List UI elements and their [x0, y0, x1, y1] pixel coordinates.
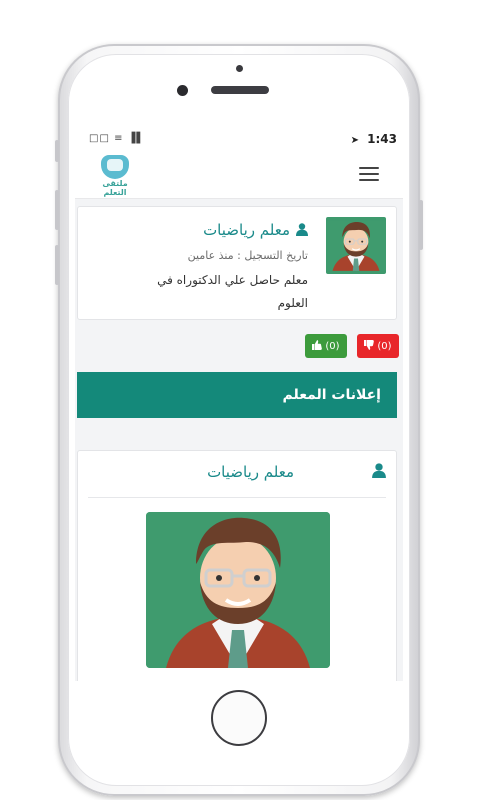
like-count: (0): [325, 340, 340, 352]
registration-date: تاريخ التسجيل : منذ عامين: [187, 249, 308, 262]
phone-side-button-volume-up: [55, 190, 59, 230]
ad-image[interactable]: [146, 512, 330, 668]
logo-text: ملتقى التعلم: [102, 179, 128, 197]
logo-emblem-icon: [101, 155, 129, 179]
status-bar: □□ ≡ ▐▌ ➤ 1:43: [75, 129, 403, 149]
phone-side-button-volume-down: [55, 245, 59, 285]
phone-side-button-top: [55, 140, 59, 162]
dislike-button[interactable]: (0): [357, 334, 399, 358]
app-logo[interactable]: ملتقى التعلم: [93, 155, 137, 197]
ad-title[interactable]: معلم رياضيات: [207, 463, 386, 482]
app-header: ملتقى التعلم: [75, 149, 403, 199]
location-arrow-icon: ➤: [350, 135, 359, 146]
phone-side-button-power: [419, 200, 423, 250]
thumbs-up-icon: [312, 339, 323, 353]
teacher-name-label: معلم رياضيات: [203, 221, 290, 239]
home-button[interactable]: [211, 690, 267, 746]
status-time: 1:43: [367, 132, 397, 146]
teacher-profile-card: معلم رياضيات تاريخ التسجيل : منذ عامين م…: [77, 206, 397, 320]
app-screen: □□ ≡ ▐▌ ➤ 1:43 ملتقى التعلم معلم رياضيات…: [75, 129, 403, 681]
teacher-description: معلم حاصل علي الدكتوراه في العلوم: [157, 273, 308, 310]
ad-card[interactable]: معلم رياضيات: [77, 450, 397, 681]
dislike-count: (0): [377, 340, 392, 352]
thumbs-down-icon: [364, 339, 375, 353]
ad-title-label: معلم رياضيات: [207, 463, 294, 481]
divider: [88, 497, 386, 498]
section-title: إعلانات المعلم: [282, 387, 382, 403]
teacher-name[interactable]: معلم رياضيات: [203, 221, 308, 240]
vote-buttons: (0) (0): [75, 334, 403, 358]
teacher-ads-header: إعلانات المعلم: [77, 372, 397, 418]
status-icons: □□ ≡ ▐▌: [89, 133, 146, 144]
front-camera: [177, 85, 188, 96]
like-button[interactable]: (0): [305, 334, 347, 358]
phone-speaker: [211, 86, 269, 94]
phone-sensor: [236, 65, 243, 72]
user-icon: [296, 222, 308, 240]
user-icon: [372, 463, 386, 482]
hamburger-icon[interactable]: [359, 167, 379, 181]
status-time-group: ➤ 1:43: [351, 132, 397, 146]
teacher-avatar: [326, 217, 386, 274]
